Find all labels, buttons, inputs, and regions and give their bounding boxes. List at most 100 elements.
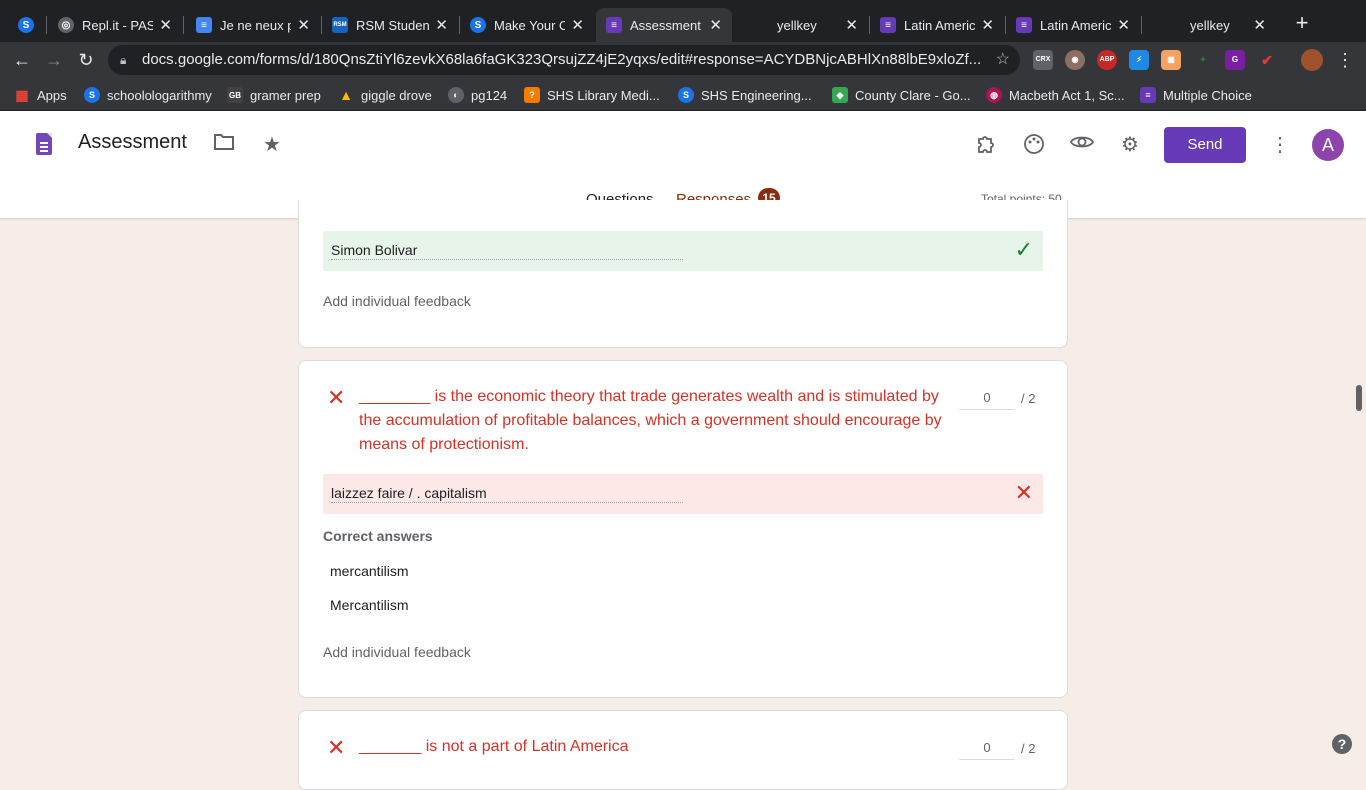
tab-title: yellkey <box>777 17 817 33</box>
bookmark-item[interactable]: ◍ Macbeth Act 1, Sc... <box>986 85 1125 105</box>
folder-icon[interactable] <box>212 133 236 157</box>
close-icon[interactable]: ✕ <box>159 16 172 34</box>
addon-puzzle-icon[interactable] <box>974 133 998 157</box>
bookmark-item[interactable]: ▲ giggle drove <box>338 85 432 105</box>
question-text: _______ is not a part of Latin America <box>359 738 629 755</box>
add-feedback-link[interactable]: Add individual feedback <box>323 293 471 309</box>
bookmark-label: giggle drove <box>361 87 432 103</box>
bookmark-label: County Clare - Go... <box>855 87 971 103</box>
bookmark-item[interactable]: S SHS Engineering... <box>678 85 812 105</box>
tab-title: Latin Americ <box>1040 17 1112 33</box>
address-bar[interactable]: 🔒︎ docs.google.com/forms/d/180QnsZtiYl6z… <box>108 45 1020 75</box>
profile-avatar[interactable] <box>1301 49 1323 71</box>
blank-icon <box>1152 17 1168 33</box>
color-icon[interactable]: G <box>1225 50 1245 70</box>
question-card: Simon Bolivar ✓ Add individual feedback <box>298 200 1068 348</box>
scrollbar-thumb[interactable] <box>1356 385 1362 411</box>
send-button[interactable]: Send <box>1164 127 1246 163</box>
close-icon[interactable]: ✕ <box>1117 16 1130 34</box>
close-icon[interactable]: ✕ <box>297 16 310 34</box>
preview-eye-icon[interactable] <box>1069 133 1095 157</box>
forward-icon[interactable]: → <box>42 48 66 72</box>
bookmark-label: Multiple Choice <box>1163 87 1252 103</box>
response-answer-wrong: laizzez faire / . capitalism ✕ <box>323 474 1043 514</box>
question-card: ✕ _______ is not a part of Latin America… <box>298 710 1068 790</box>
browser-tab[interactable]: yellkey ✕ <box>1142 8 1276 42</box>
repl-icon: ◎ <box>58 17 74 33</box>
close-icon[interactable]: ✕ <box>571 16 584 34</box>
check-ext-icon[interactable]: ✔ <box>1257 50 1277 70</box>
browser-tab[interactable]: yellkey ✕ <box>734 8 868 42</box>
settings-gear-icon[interactable]: ⚙ <box>1118 133 1142 157</box>
browser-tab[interactable]: RSM RSM Student ✕ <box>322 8 458 42</box>
answer-text: Simon Bolivar <box>331 242 683 260</box>
bookmark-star-icon[interactable]: ☆ <box>996 45 1010 75</box>
drive-icon: ▲ <box>339 87 353 103</box>
tab-title: Repl.it - PAS <box>82 17 154 33</box>
bookmark-label: SHS Engineering... <box>701 87 812 103</box>
more-vert-icon[interactable]: ⋮ <box>1268 133 1292 157</box>
forms-logo-icon[interactable] <box>36 133 52 155</box>
forms-icon: ≡ <box>1140 87 1156 103</box>
bookmark-item[interactable]: ◆ County Clare - Go... <box>832 85 971 105</box>
points-total: / 2 <box>1021 391 1036 406</box>
browser-tab-active[interactable]: ≡ Assessment ✕ <box>596 8 732 42</box>
new-tab-button[interactable]: + <box>1292 12 1312 36</box>
library-icon: ? <box>524 87 540 103</box>
palette-icon[interactable] <box>1022 133 1046 157</box>
close-icon[interactable]: ✕ <box>845 16 858 34</box>
close-icon[interactable]: ✕ <box>709 16 722 34</box>
maps-icon: ◆ <box>832 87 848 103</box>
browser-tab[interactable]: ≡ Latin Americ ✕ <box>1006 8 1140 42</box>
close-icon[interactable]: ✕ <box>1253 16 1266 34</box>
bookmarks-bar: ▦ Apps S schoolologarithmy GB gramer pre… <box>0 78 1366 111</box>
close-icon[interactable]: ✕ <box>981 16 994 34</box>
globe-icon: ◐ <box>448 87 464 103</box>
browser-tab[interactable]: ≡ Je ne neux p ✕ <box>186 8 320 42</box>
add-feedback-link[interactable]: Add individual feedback <box>323 644 471 660</box>
help-icon[interactable]: ? <box>1332 734 1352 754</box>
browser-tab[interactable]: ◎ Repl.it - PAS ✕ <box>48 8 182 42</box>
browser-tab[interactable]: S Make Your O ✕ <box>460 8 594 42</box>
incorrect-x-icon: ✕ <box>327 385 346 410</box>
leaf-icon[interactable]: ✦ <box>1193 50 1213 70</box>
bookmark-label: Apps <box>37 87 67 103</box>
reload-icon[interactable]: ↻ <box>74 48 98 72</box>
browser-tab[interactable]: ≡ Latin Americ ✕ <box>870 8 1004 42</box>
browser-toolbar: ← → ↻ 🔒︎ docs.google.com/forms/d/180QnsZ… <box>0 42 1366 78</box>
form-title[interactable]: Assessment <box>78 131 187 154</box>
abp-icon[interactable]: ABP <box>1097 50 1117 70</box>
incorrect-x-icon: ✕ <box>327 735 346 760</box>
correct-answer-item: mercantilism <box>330 563 409 579</box>
correct-answer-item: Mercantilism <box>330 597 409 613</box>
more-vert-icon[interactable]: ⋮ <box>1336 48 1354 72</box>
bookmark-item[interactable]: S schoolologarithmy <box>84 85 212 105</box>
points-input[interactable]: 0 <box>959 736 1015 760</box>
bookmark-label: gramer prep <box>250 87 321 103</box>
tab-title: Assessment <box>630 17 701 33</box>
close-icon: ✕ <box>1014 480 1033 505</box>
bookmark-item[interactable]: ▦ Apps <box>14 85 67 105</box>
bookmark-item[interactable]: ≡ Multiple Choice <box>1140 85 1252 105</box>
points-input[interactable]: 0 <box>959 386 1015 410</box>
bookmark-item[interactable]: ◐ pg124 <box>448 85 507 105</box>
tab-separator <box>183 16 184 34</box>
lock-icon: 🔒︎ <box>120 53 127 67</box>
avatar[interactable]: A <box>1312 129 1344 161</box>
browser-tab[interactable]: S <box>8 8 46 42</box>
bookmark-item[interactable]: ? SHS Library Medi... <box>524 85 660 105</box>
bookmark-item[interactable]: GB gramer prep <box>227 85 321 105</box>
owl-icon[interactable]: ◉ <box>1065 50 1085 70</box>
star-icon[interactable]: ★ <box>260 133 284 157</box>
bookmark-label: schoolologarithmy <box>107 87 212 103</box>
gb-icon: GB <box>227 87 243 103</box>
box-icon[interactable]: ▣ <box>1161 50 1181 70</box>
close-icon[interactable]: ✕ <box>435 16 448 34</box>
forms-icon: ≡ <box>606 17 622 33</box>
crx-icon[interactable]: CRX <box>1033 50 1053 70</box>
bolt-icon[interactable]: ⚡︎ <box>1129 50 1149 70</box>
browser-tabstrip: S ◎ Repl.it - PAS ✕ ≡ Je ne neux p ✕ RSM… <box>0 0 1366 42</box>
back-icon[interactable]: ← <box>10 48 34 72</box>
tab-title: Latin Americ <box>904 17 976 33</box>
blank-icon <box>744 17 760 33</box>
